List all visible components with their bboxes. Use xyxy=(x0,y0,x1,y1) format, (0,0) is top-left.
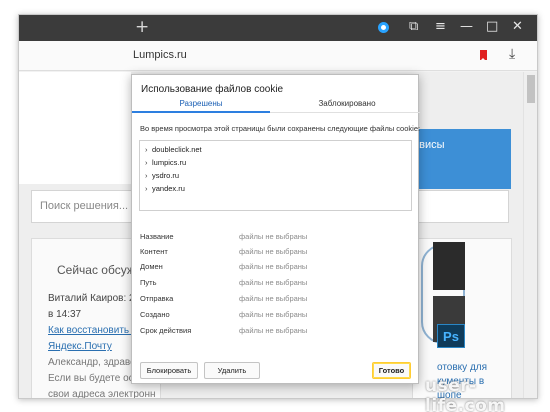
page-overlay-area xyxy=(19,72,131,184)
done-button[interactable]: Готово xyxy=(372,362,411,379)
prop-created-label: Создано xyxy=(140,310,170,319)
bookmark-icon[interactable] xyxy=(480,50,487,61)
list-item[interactable]: › ysdro.ru xyxy=(145,171,179,180)
list-item[interactable]: › lumpics.ru xyxy=(145,158,186,167)
cookie-intro-text: Во время просмотра этой страницы были со… xyxy=(140,124,421,133)
site-label: lumpics.ru xyxy=(152,158,187,167)
menu-icon[interactable]: ≡ xyxy=(435,19,446,35)
close-window-button[interactable]: ✕ xyxy=(512,19,523,35)
delete-button[interactable]: Удалить xyxy=(204,362,260,379)
cookie-site-list[interactable]: › doubleclick.net › lumpics.ru › ysdro.ru ›… xyxy=(139,140,412,211)
prop-send-label: Отправка xyxy=(140,294,174,303)
tab-bar: + ⧉ ≡ — □ ✕ xyxy=(19,15,537,41)
site-label: yandex.ru xyxy=(152,184,185,193)
tab-allowed[interactable]: Разрешены xyxy=(132,99,270,113)
prop-content-label: Контент xyxy=(140,247,168,256)
photoshop-icon: Ps xyxy=(437,324,465,348)
comment-text-line: свои адреса электронн xyxy=(48,389,156,399)
block-button[interactable]: Блокировать xyxy=(140,362,198,379)
dialog-tabs: Разрешены Заблокировано xyxy=(132,96,420,113)
prop-domain-value: файлы не выбраны xyxy=(239,262,308,271)
chevron-right-icon: › xyxy=(145,184,148,193)
watermark-text: user-life.com xyxy=(425,376,506,412)
chevron-right-icon: › xyxy=(145,158,148,167)
prop-send-value: файлы не выбраны xyxy=(239,294,308,303)
scrollbar[interactable] xyxy=(523,72,537,398)
discussion-heading: Сейчас обсуж xyxy=(57,263,135,277)
scrollbar-thumb[interactable] xyxy=(527,75,535,103)
cookie-dialog: Использование файлов cookie Разрешены За… xyxy=(131,74,421,384)
prop-domain-label: Домен xyxy=(140,262,163,271)
list-item[interactable]: › yandex.ru xyxy=(145,184,185,193)
tab-blocked[interactable]: Заблокировано xyxy=(278,99,416,108)
download-icon[interactable]: ⤓ xyxy=(509,46,515,62)
maximize-button[interactable]: □ xyxy=(486,19,498,35)
new-tab-button[interactable]: + xyxy=(135,18,149,36)
comment-author: Виталий Каиров: 20 xyxy=(48,293,141,304)
site-label: doubleclick.net xyxy=(152,145,202,154)
url-field[interactable]: Lumpics.ru xyxy=(133,49,187,61)
prop-name-value: файлы не выбраны xyxy=(239,232,308,241)
chevron-right-icon: › xyxy=(145,145,148,154)
prop-expires-value: файлы не выбраны xyxy=(239,326,308,335)
portrait-image xyxy=(433,242,465,290)
prop-expires-label: Срок действия xyxy=(140,326,192,335)
tabs-overview-icon[interactable]: ⧉ xyxy=(409,19,418,35)
comment-time: в 14:37 xyxy=(48,309,82,320)
prop-name-label: Название xyxy=(140,232,174,241)
dialog-title: Использование файлов cookie xyxy=(141,84,284,95)
site-label: ysdro.ru xyxy=(152,171,180,180)
article-link[interactable]: отовку для xyxy=(437,362,487,373)
comment-link-2[interactable]: Яндекс.Почту xyxy=(48,341,112,352)
search-placeholder: Поиск решения... xyxy=(40,200,129,212)
prop-content-value: файлы не выбраны xyxy=(239,247,308,256)
minimize-button[interactable]: — xyxy=(460,19,473,35)
chevron-right-icon: › xyxy=(145,171,148,180)
alice-voice-icon[interactable] xyxy=(378,22,389,33)
address-bar: Lumpics.ru ⤓ xyxy=(19,41,537,71)
prop-path-value: файлы не выбраны xyxy=(239,278,308,287)
prop-path-label: Путь xyxy=(140,278,157,287)
prop-created-value: файлы не выбраны xyxy=(239,310,308,319)
list-item[interactable]: › doubleclick.net xyxy=(145,145,202,154)
